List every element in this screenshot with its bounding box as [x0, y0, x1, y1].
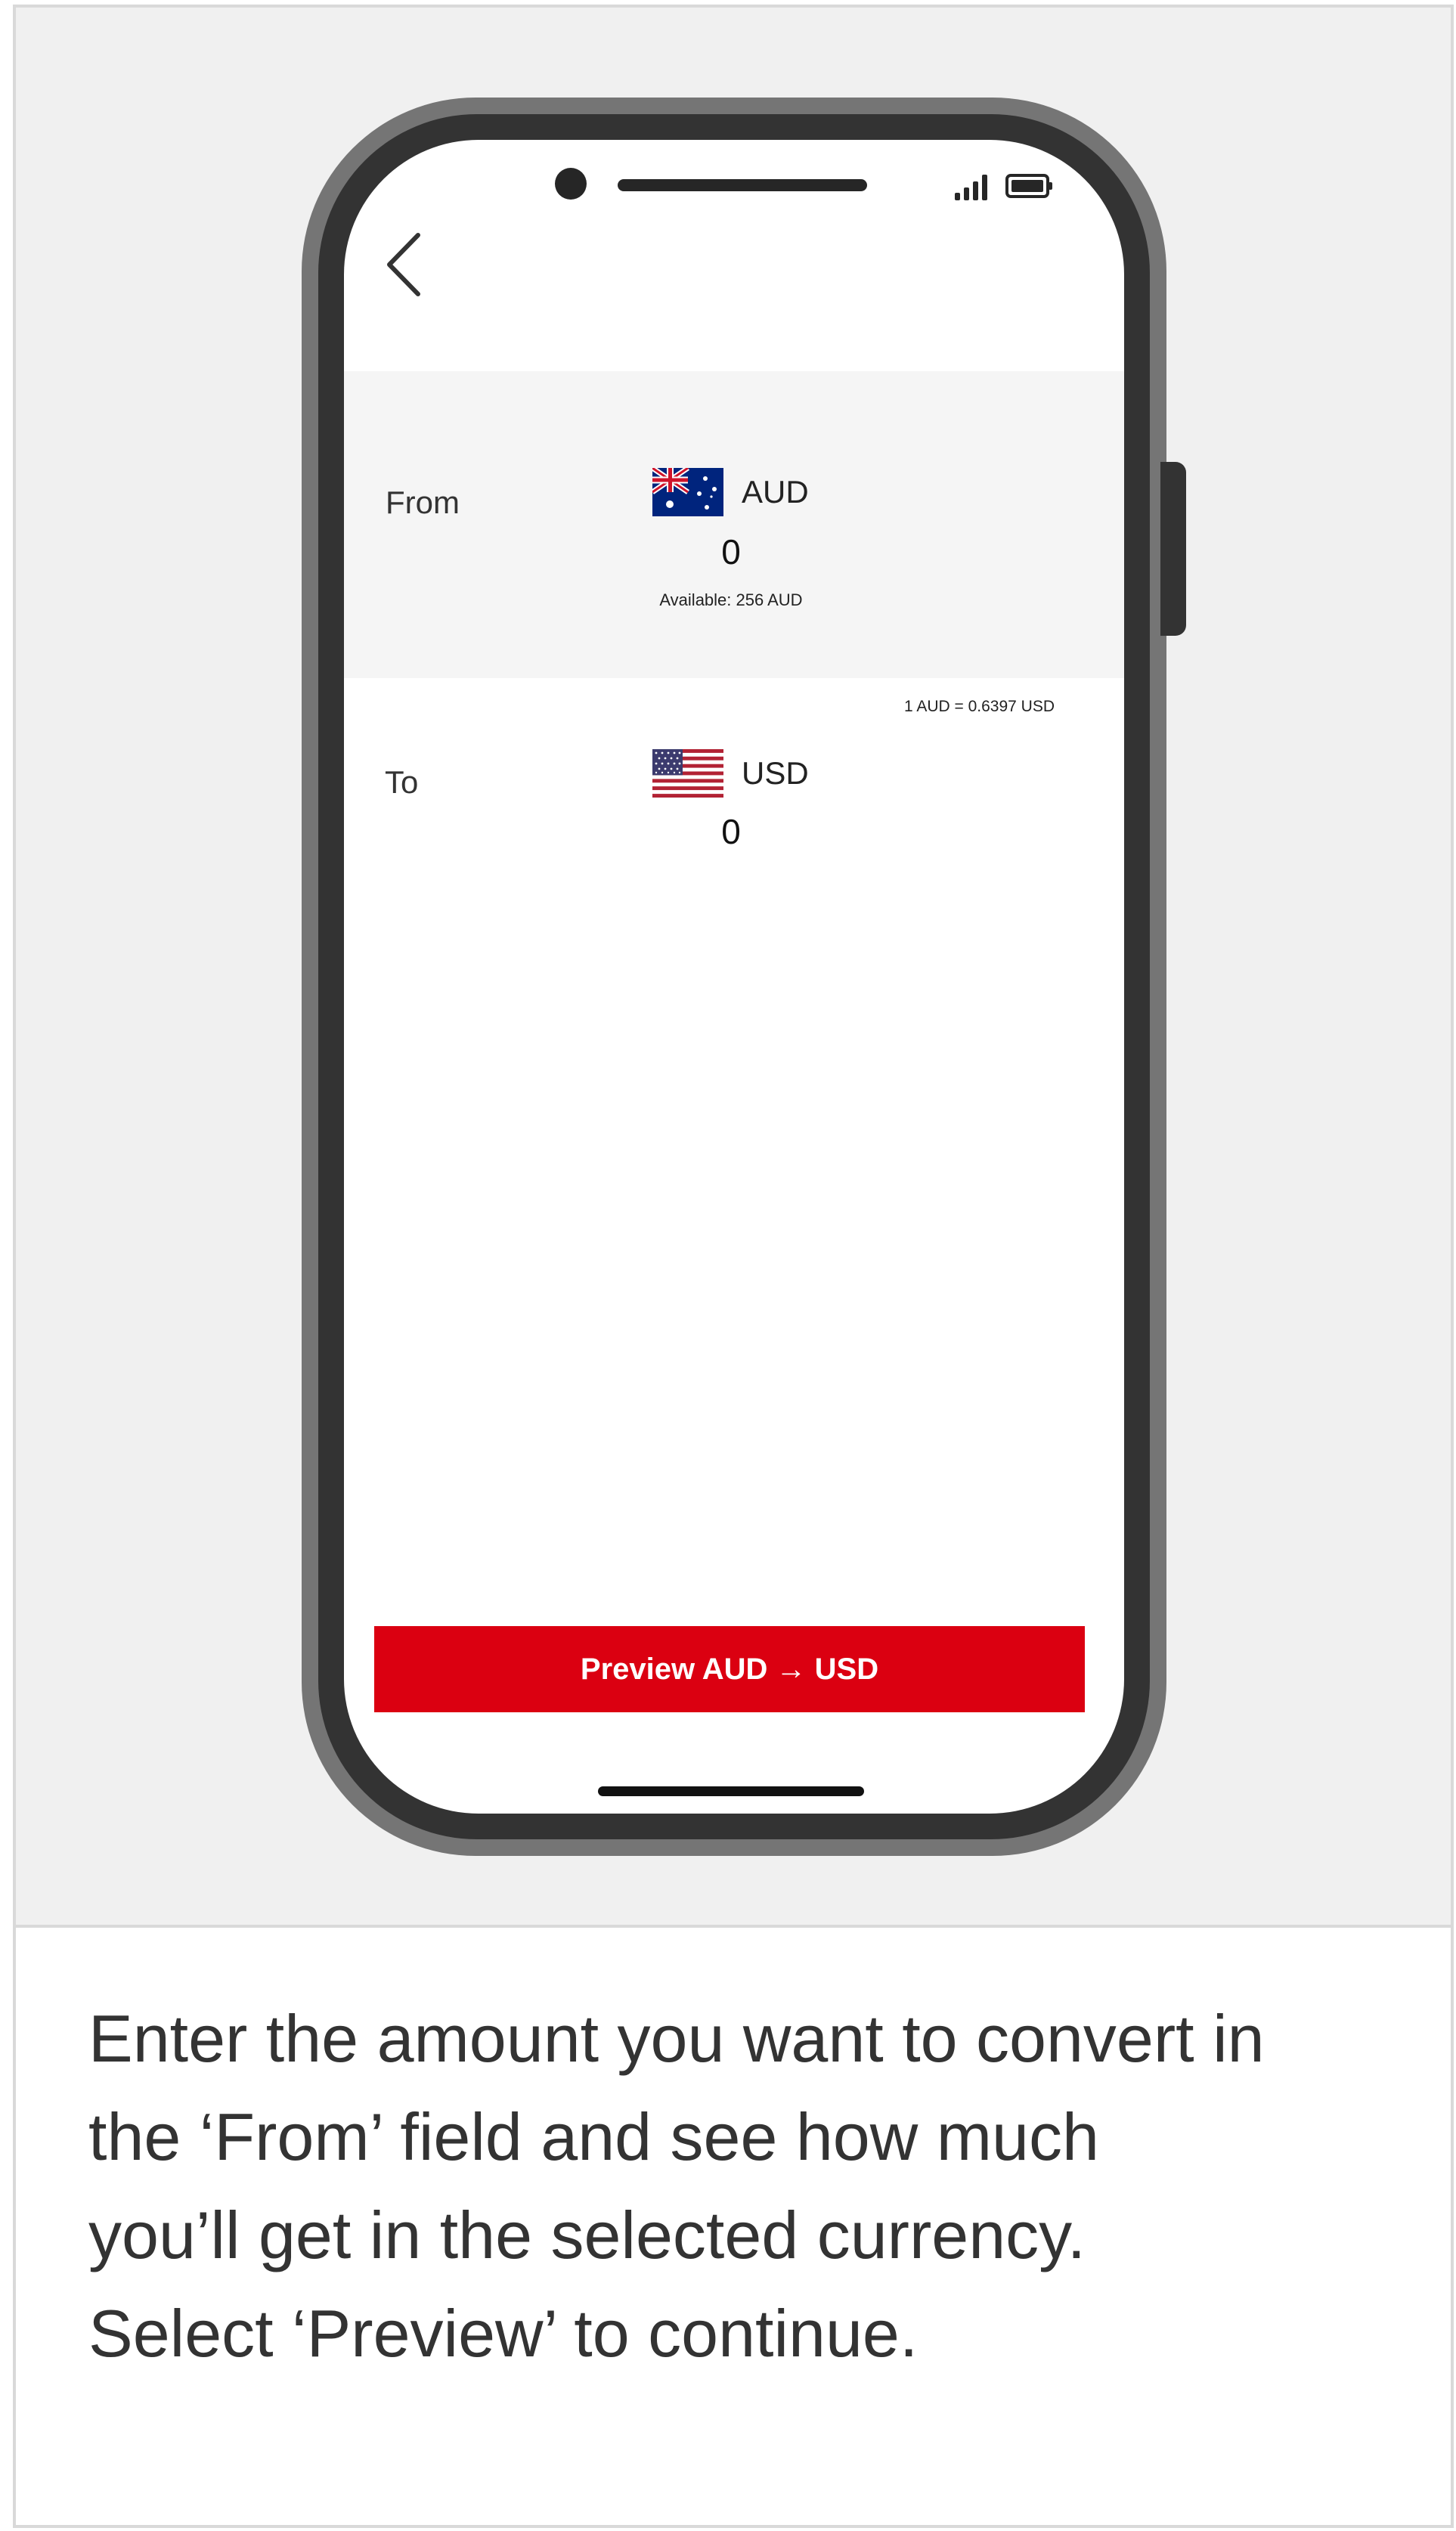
- battery-icon: [1005, 174, 1052, 198]
- instruction-caption: Enter the amount you want to convert in …: [88, 1990, 1419, 2383]
- phone-screen: From AUD 0 Available: 256 AUD 1 AUD = 0.…: [344, 140, 1124, 1814]
- home-indicator[interactable]: [598, 1786, 864, 1796]
- phone-bezel: From AUD 0 Available: 256 AUD 1 AUD = 0.…: [318, 114, 1150, 1839]
- available-balance: Available: 256 AUD: [659, 590, 803, 609]
- australia-flag-icon: [652, 468, 723, 516]
- to-label: To: [385, 764, 419, 800]
- signal-strength-icon: [955, 173, 997, 200]
- from-currency-code[interactable]: AUD: [742, 474, 809, 510]
- caption-line: Select ‘Preview’ to continue.: [88, 2296, 919, 2371]
- caption-line: the ‘From’ field and see how much: [88, 2099, 1099, 2174]
- to-amount-value: 0: [721, 812, 741, 851]
- from-amount-input[interactable]: 0: [701, 531, 761, 572]
- usa-flag-icon: [652, 749, 723, 798]
- to-currency-code[interactable]: USD: [742, 755, 809, 792]
- phone-side-button: [1160, 462, 1186, 636]
- preview-button[interactable]: Preview AUD → USD: [374, 1626, 1085, 1712]
- caption-line: you’ll get in the selected currency.: [88, 2198, 1086, 2272]
- instruction-card: From AUD 0 Available: 256 AUD 1 AUD = 0.…: [13, 5, 1454, 2528]
- speaker-grille: [618, 179, 867, 191]
- phone-illustration-area: From AUD 0 Available: 256 AUD 1 AUD = 0.…: [16, 8, 1451, 1928]
- front-camera-icon: [555, 168, 587, 200]
- from-section[interactable]: From AUD 0 Available: 256 AUD: [344, 371, 1124, 678]
- back-chevron-icon[interactable]: [382, 231, 427, 299]
- from-label: From: [386, 485, 460, 520]
- phone-frame: From AUD 0 Available: 256 AUD 1 AUD = 0.…: [302, 98, 1166, 1856]
- exchange-rate: 1 AUD = 0.6397 USD: [903, 698, 1055, 715]
- caption-line: Enter the amount you want to convert in: [88, 2001, 1265, 2076]
